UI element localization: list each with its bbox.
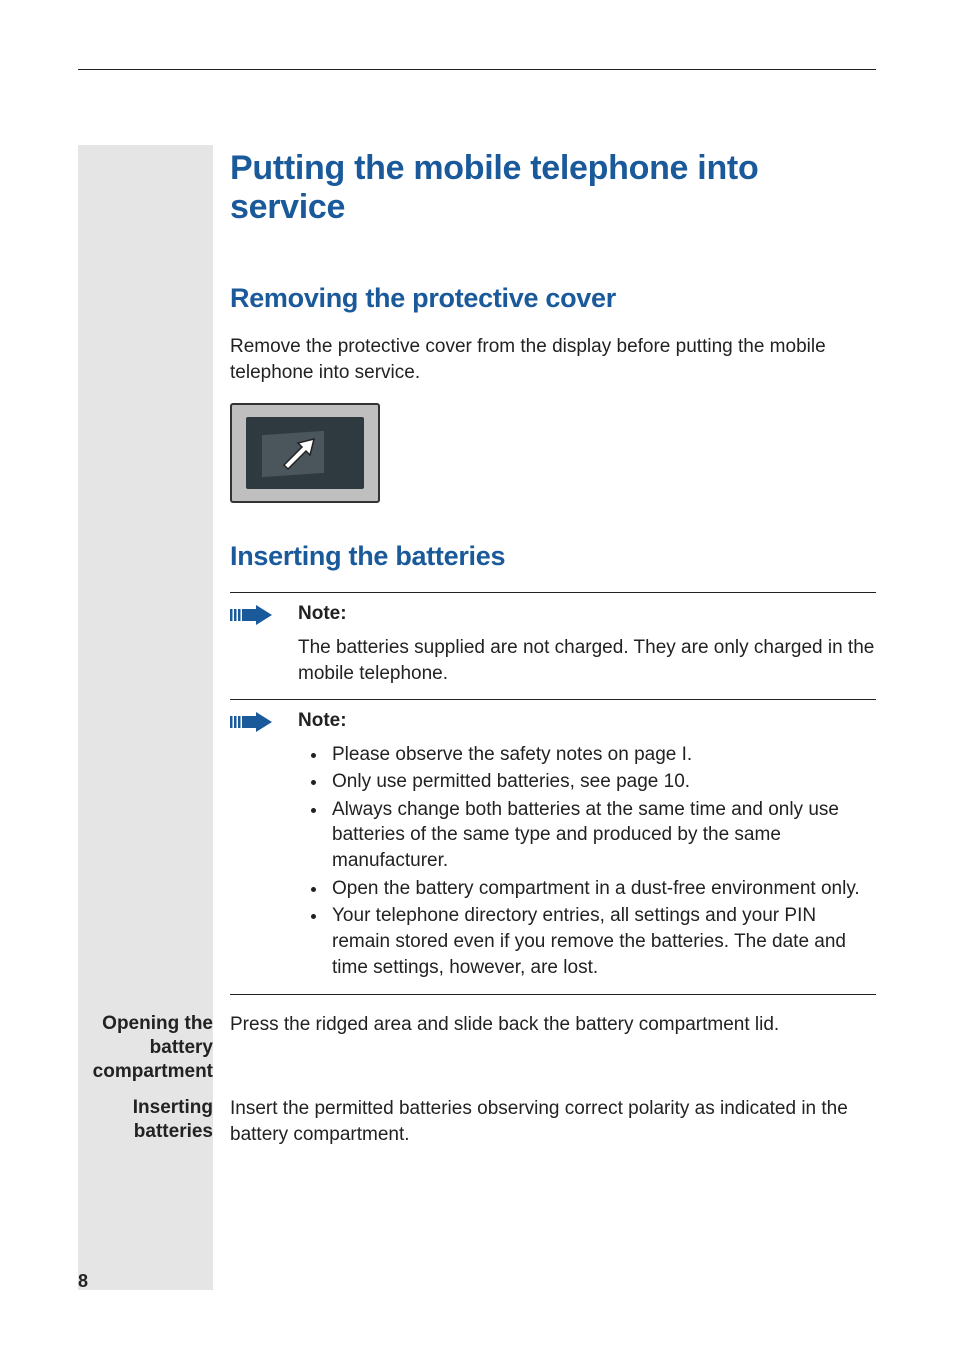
note-list-item: Always change both batteries at the same… [328,797,876,874]
note-arrow-icon [230,710,278,734]
note-label-2: Note: [298,710,876,732]
header-rule [78,69,876,70]
margin-label-insert: Inserting batteries [78,1096,213,1144]
body-insert: Insert the permitted batteries observing… [230,1096,876,1147]
note-list-item: Only use permitted batteries, see page 1… [328,769,876,795]
page-number: 8 [78,1271,88,1292]
note-label-1: Note: [298,603,876,625]
main-content: Putting the mobile telephone into servic… [230,145,876,1147]
note-list-item: Please observe the safety notes on page … [328,742,876,768]
paragraph-insert-batteries: Inserting batteries Insert the permitted… [230,1096,876,1147]
note-list-item: Open the battery compartment in a dust-f… [328,876,876,902]
body-removing: Remove the protective cover from the dis… [230,334,876,385]
section-heading-removing: Removing the protective cover [230,283,876,314]
note-arrow-icon [230,603,278,627]
note-block-1: Note: The batteries supplied are not cha… [230,592,876,699]
page-title: Putting the mobile telephone into servic… [230,149,876,227]
section-heading-inserting: Inserting the batteries [230,541,876,572]
note-list: Please observe the safety notes on page … [328,742,876,981]
illustration-cover [230,403,380,503]
margin-label-opening: Opening the battery compartment [78,1012,213,1083]
note-block-2: Note: Please observe the safety notes on… [230,699,876,996]
body-opening: Press the ridged area and slide back the… [230,1012,876,1038]
arrow-icon [278,435,318,475]
note-text-1: The batteries supplied are not charged. … [298,635,876,686]
paragraph-opening: Opening the battery compartment Press th… [230,1012,876,1038]
note-list-item: Your telephone directory entries, all se… [328,903,876,980]
